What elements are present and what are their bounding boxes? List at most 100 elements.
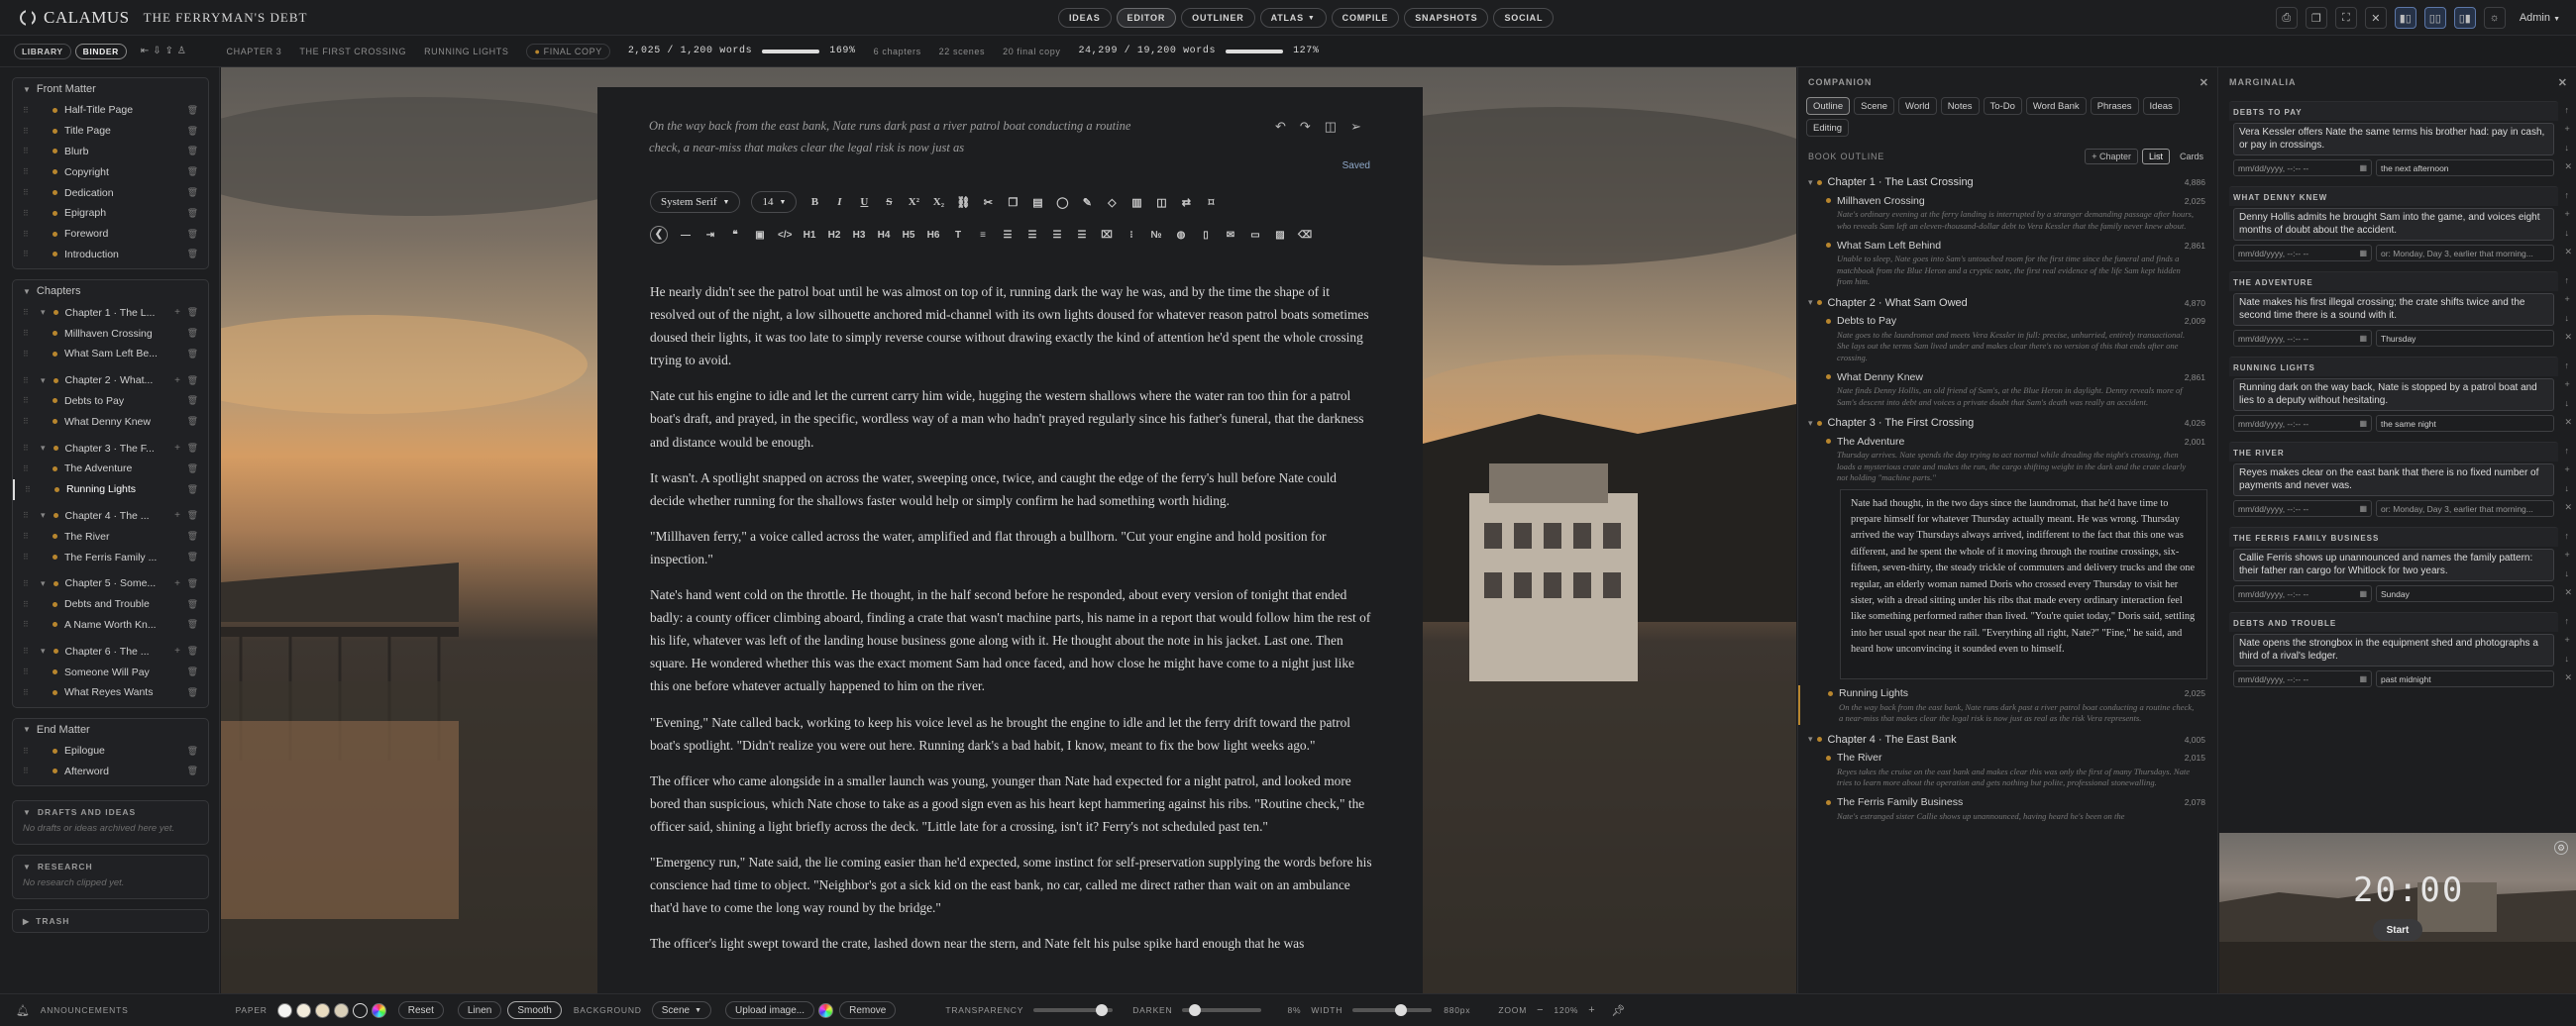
marginalia-card-text[interactable]: Running dark on the way back, Nate is st…: [2233, 378, 2554, 411]
chevron-down-icon[interactable]: ▾: [1808, 177, 1813, 188]
bullet-list-icon[interactable]: ⁝: [1125, 230, 1138, 241]
binder-scene[interactable]: ⠿ Debts and Trouble 🗑︎: [13, 594, 208, 615]
marginalia-when-input[interactable]: past midnight: [2376, 670, 2554, 687]
heading-4-icon[interactable]: H4: [877, 230, 891, 241]
trash-icon[interactable]: 🗑︎: [187, 578, 198, 589]
marginalia-date-input[interactable]: mm/dd/yyyy, --:-- -- ▦: [2233, 500, 2372, 517]
marginalia-date-input[interactable]: mm/dd/yyyy, --:-- -- ▦: [2233, 585, 2372, 602]
zoom-in-icon[interactable]: +: [1588, 1004, 1595, 1016]
outline-chapter[interactable]: ▾ Chapter 1 · The Last Crossing 4,886: [1798, 172, 2217, 192]
outline-scene-header[interactable]: The River 2,015: [1826, 750, 2217, 767]
strikethrough-icon[interactable]: S: [882, 196, 896, 208]
chat-icon[interactable]: ◍: [1174, 230, 1188, 241]
trash-icon[interactable]: 🗑︎: [187, 349, 198, 359]
binder-toggle[interactable]: BINDER: [74, 43, 127, 59]
manuscript-text[interactable]: He nearly didn't see the patrol boat unt…: [650, 280, 1373, 968]
drag-handle-icon[interactable]: ⠿: [23, 600, 33, 609]
marginalia-date-input[interactable]: mm/dd/yyyy, --:-- -- ▦: [2233, 415, 2372, 432]
outline-scene-header[interactable]: What Denny Knew 2,861: [1826, 368, 2217, 385]
user-menu[interactable]: Admin ▼: [2520, 12, 2560, 24]
bold-icon[interactable]: B: [807, 196, 821, 208]
chevron-down-icon[interactable]: ▾: [41, 443, 46, 454]
outline-scene[interactable]: The River 2,015 Reyes takes the cruise on …: [1798, 750, 2217, 789]
drag-handle-icon[interactable]: ⠿: [23, 209, 33, 218]
announcements-link[interactable]: ANNOUNCEMENTS: [41, 1005, 129, 1015]
move-up-icon[interactable]: ↑: [2564, 446, 2572, 456]
trash-icon[interactable]: 🗑︎: [187, 249, 198, 259]
theme-icon[interactable]: ☼: [2483, 7, 2506, 29]
paper-swatch-sepia[interactable]: [314, 1002, 330, 1018]
manuscript-paragraph[interactable]: The officer who came alongside in a smal…: [650, 770, 1373, 838]
nav-outliner[interactable]: OUTLINER: [1181, 8, 1255, 28]
trash-icon[interactable]: 🗑︎: [187, 166, 198, 177]
pin-icon[interactable]: 📌︎: [1612, 1004, 1627, 1017]
marginalia-card[interactable]: THE FERRIS FAMILY BUSINESS Callie Ferris …: [2229, 523, 2572, 602]
drag-handle-icon[interactable]: ⠿: [23, 147, 33, 155]
chevron-down-icon[interactable]: ▾: [1808, 734, 1813, 745]
manuscript-paragraph[interactable]: Nate cut his engine to idle and let the …: [650, 384, 1373, 453]
trash-icon[interactable]: 🗑︎: [187, 375, 198, 386]
background-scene-select[interactable]: Scene ▼: [651, 1001, 712, 1019]
move-down-icon[interactable]: ↓: [2564, 398, 2572, 408]
move-up-icon[interactable]: ↑: [2564, 360, 2572, 370]
drafts-header[interactable]: ▼ DRAFTS AND IDEAS: [13, 801, 208, 823]
binder-scene[interactable]: ⠿ Running Lights 🗑︎: [13, 478, 208, 500]
trash-icon[interactable]: 🗑︎: [187, 484, 198, 495]
binder-item[interactable]: ⠿ Foreword 🗑︎: [13, 224, 208, 245]
drag-handle-icon[interactable]: ⠿: [23, 188, 33, 197]
trash-icon[interactable]: ⌫: [1298, 230, 1312, 241]
chevron-down-icon[interactable]: ▾: [41, 578, 46, 589]
close-icon[interactable]: ✕: [2564, 672, 2572, 683]
binder-scene[interactable]: ⠿ A Name Worth Kn... 🗑︎: [13, 615, 208, 636]
book-icon[interactable]: ▥: [1129, 196, 1143, 209]
marginalia-card-text[interactable]: Reyes makes clear on the east bank that …: [2233, 463, 2554, 496]
right-panel-toggle-icon[interactable]: ▯▮: [2453, 7, 2476, 29]
picture-icon[interactable]: ▨: [1273, 230, 1287, 241]
outline-chapter[interactable]: ▾ Chapter 3 · The First Crossing 4,026: [1798, 413, 2217, 433]
trash-icon[interactable]: 🗑︎: [187, 105, 198, 116]
color-picker-icon[interactable]: [371, 1002, 386, 1018]
companion-tab[interactable]: Notes: [1940, 97, 1980, 115]
calendar-icon[interactable]: ▦: [2359, 674, 2367, 683]
nav-atlas[interactable]: ATLAS ▼: [1259, 8, 1327, 28]
background-color-icon[interactable]: [818, 1002, 834, 1018]
code-icon[interactable]: </>: [778, 230, 792, 241]
comment-icon[interactable]: ◯: [1055, 196, 1069, 209]
smooth-button[interactable]: Smooth: [507, 1001, 562, 1019]
align-paragraph-icon[interactable]: ≡: [976, 230, 990, 241]
heading-6-icon[interactable]: H6: [926, 230, 940, 241]
manuscript-paragraph[interactable]: The officer's light swept toward the cra…: [650, 932, 1373, 955]
outline-scene-header[interactable]: Debts to Pay 2,009: [1826, 313, 2217, 330]
outline-chapter[interactable]: ▾ Chapter 2 · What Sam Owed 4,870: [1798, 293, 2217, 313]
trash-icon[interactable]: 🗑︎: [187, 395, 198, 406]
manuscript-paragraph[interactable]: "Evening," Nate called back, working to …: [650, 711, 1373, 757]
align-left-icon[interactable]: ☰: [1001, 230, 1015, 241]
upload-image-button[interactable]: Upload image...: [725, 1001, 815, 1019]
binder-chapter[interactable]: ⠿ ▾ Chapter 5 · Some... + 🗑︎: [13, 573, 208, 594]
width-slider[interactable]: [1352, 1004, 1433, 1016]
drag-handle-icon[interactable]: ⠿: [23, 579, 33, 588]
chevron-down-icon[interactable]: ▾: [41, 307, 46, 318]
calendar-icon[interactable]: ▦: [2359, 249, 2367, 257]
trash-icon[interactable]: 🗑︎: [187, 746, 198, 757]
chapters-header[interactable]: ▼ Chapters: [13, 280, 208, 302]
companion-tab[interactable]: Editing: [1806, 119, 1850, 137]
trash-icon[interactable]: 🗑︎: [187, 646, 198, 657]
trash-icon[interactable]: 🗑︎: [187, 463, 198, 474]
marginalia-card-text[interactable]: Nate makes his first illegal crossing; t…: [2233, 293, 2554, 326]
move-down-icon[interactable]: ↓: [2564, 143, 2572, 153]
move-up-icon[interactable]: ↑: [2564, 105, 2572, 115]
drag-handle-icon[interactable]: ⠿: [23, 106, 33, 115]
heading-1-icon[interactable]: H1: [803, 230, 816, 241]
send-icon[interactable]: ➢: [1350, 119, 1361, 135]
calendar-icon[interactable]: ▦: [2359, 163, 2367, 172]
nav-social[interactable]: SOCIAL: [1493, 8, 1555, 28]
linen-button[interactable]: Linen: [457, 1001, 502, 1019]
align-justify-icon[interactable]: ☰: [1075, 230, 1089, 241]
drag-handle-icon[interactable]: ⠿: [23, 747, 33, 756]
print-icon[interactable]: ⎙: [2275, 7, 2298, 29]
binder-scene[interactable]: ⠿ The Ferris Family ... 🗑︎: [13, 547, 208, 567]
clear-format-icon[interactable]: ⌧: [1100, 230, 1114, 241]
marginalia-date-input[interactable]: mm/dd/yyyy, --:-- -- ▦: [2233, 159, 2372, 176]
binder-scene[interactable]: ⠿ The Adventure 🗑︎: [13, 459, 208, 479]
